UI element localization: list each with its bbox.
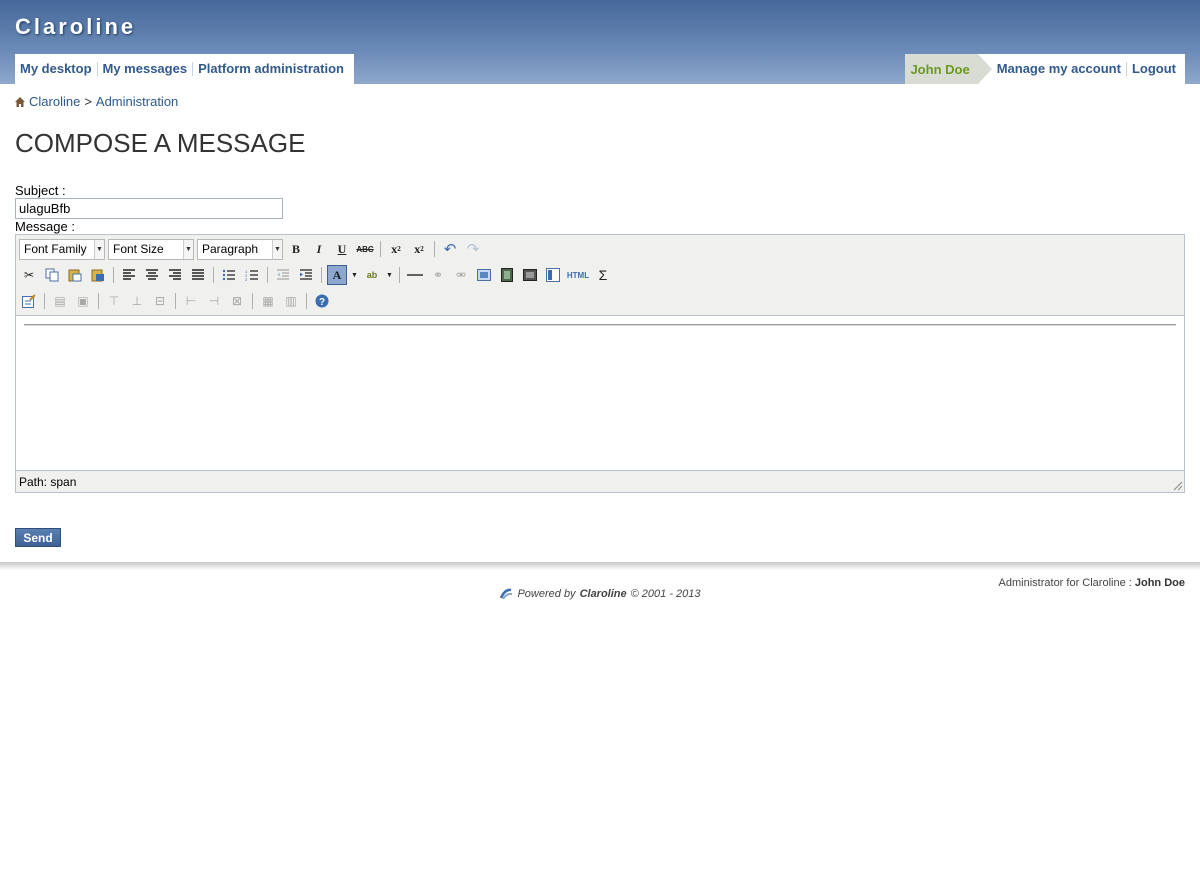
toolbar-separator	[44, 293, 45, 309]
subject-label: Subject :	[15, 183, 66, 198]
align-left-icon[interactable]	[119, 265, 139, 285]
row-props-icon[interactable]: ▤	[50, 291, 70, 311]
toolbar-row-1: Font Family ▼ Font Size ▼ Paragraph ▼ B I U…	[19, 237, 483, 261]
home-icon	[15, 96, 25, 107]
edit-table-icon[interactable]	[19, 291, 39, 311]
align-right-icon[interactable]	[165, 265, 185, 285]
manage-account-link[interactable]: Manage my account	[992, 62, 1126, 76]
content-horizontal-rule	[24, 324, 1176, 326]
superscript-icon[interactable]: x2	[409, 239, 429, 259]
insert-row-after-icon[interactable]: ⊥	[127, 291, 147, 311]
chevron-down-icon[interactable]: ▼	[350, 265, 359, 285]
logout-link[interactable]: Logout	[1125, 62, 1181, 76]
font-size-select[interactable]: Font Size ▼	[108, 238, 194, 260]
redo-icon[interactable]: ↷	[463, 239, 483, 259]
format-select[interactable]: Paragraph ▼	[197, 238, 283, 260]
help-icon[interactable]: ?	[312, 291, 332, 311]
cut-icon[interactable]: ✂	[19, 265, 39, 285]
underline-icon[interactable]: U	[332, 239, 352, 259]
subject-input[interactable]	[15, 198, 283, 219]
horizontal-rule-icon[interactable]	[405, 265, 425, 285]
toolbar-separator	[98, 293, 99, 309]
svg-text:3: 3	[245, 277, 248, 281]
breadcrumb-home[interactable]: Claroline	[29, 94, 80, 109]
user-nav: John Doe Manage my account Logout	[905, 54, 1185, 84]
subscript-icon[interactable]: x2	[386, 239, 406, 259]
breadcrumb-current[interactable]: Administration	[96, 94, 178, 109]
outdent-icon[interactable]	[273, 265, 293, 285]
video-icon[interactable]	[520, 265, 540, 285]
media-icon[interactable]	[497, 265, 517, 285]
merge-cells-icon[interactable]: ▥	[281, 291, 301, 311]
toolbar-separator	[306, 293, 307, 309]
message-label: Message :	[15, 219, 75, 234]
paste-icon[interactable]	[65, 265, 85, 285]
insert-row-before-icon[interactable]: ⊤	[104, 291, 124, 311]
breadcrumb: Claroline > Administration	[15, 94, 178, 109]
highlight-color-icon[interactable]: ab	[362, 265, 382, 285]
chevron-down-icon: ▼	[183, 239, 193, 259]
claroline-logo-icon	[500, 588, 513, 600]
footer-divider	[0, 562, 1200, 570]
resize-handle-icon[interactable]	[1172, 480, 1183, 491]
font-family-select[interactable]: Font Family ▼	[19, 238, 105, 260]
indent-icon[interactable]	[296, 265, 316, 285]
strikethrough-icon[interactable]: ABC	[355, 239, 375, 259]
page-title: COMPOSE A MESSAGE	[15, 128, 306, 158]
insert-col-before-icon[interactable]: ⊢	[181, 291, 201, 311]
template-icon[interactable]	[543, 265, 563, 285]
link-icon[interactable]: ⚭	[428, 265, 448, 285]
powered-suffix: © 2001 - 2013	[630, 588, 701, 600]
breadcrumb-separator: >	[84, 94, 92, 109]
bold-icon[interactable]: B	[286, 239, 306, 259]
chevron-down-icon[interactable]: ▼	[385, 265, 394, 285]
cell-props-icon[interactable]: ▣	[73, 291, 93, 311]
editor-status-path: Path: span	[19, 475, 77, 489]
align-justify-icon[interactable]	[188, 265, 208, 285]
svg-text:?: ?	[319, 297, 325, 308]
editor-content[interactable]	[16, 315, 1184, 471]
html-source-icon[interactable]: HTML	[566, 265, 590, 285]
toolbar-row-2: ✂ 123 A ▼ ab ▼ ⚭ ⚮ HTML Σ	[19, 263, 613, 287]
toolbar-separator	[267, 267, 268, 283]
toolbar-separator	[252, 293, 253, 309]
text-color-icon[interactable]: A	[327, 265, 347, 285]
delete-col-icon[interactable]: ⊠	[227, 291, 247, 311]
chevron-down-icon: ▼	[272, 239, 282, 259]
toolbar-separator	[175, 293, 176, 309]
split-cells-icon[interactable]: ▦	[258, 291, 278, 311]
align-center-icon[interactable]	[142, 265, 162, 285]
nav-platform-administration[interactable]: Platform administration	[192, 62, 349, 76]
send-button[interactable]: Send	[15, 528, 61, 547]
unlink-icon[interactable]: ⚮	[451, 265, 471, 285]
undo-icon[interactable]: ↶	[440, 239, 460, 259]
image-icon[interactable]	[474, 265, 494, 285]
header: Claroline My desktop My messages Platfor…	[0, 0, 1200, 84]
toolbar-separator	[213, 267, 214, 283]
toolbar-separator	[321, 267, 322, 283]
powered-prefix: Powered by	[517, 588, 576, 600]
toolbar-separator	[399, 267, 400, 283]
toolbar-separator	[434, 241, 435, 257]
italic-icon[interactable]: I	[309, 239, 329, 259]
copy-icon[interactable]	[42, 265, 62, 285]
insert-col-after-icon[interactable]: ⊣	[204, 291, 224, 311]
paste-word-icon[interactable]	[88, 265, 108, 285]
chevron-down-icon: ▼	[94, 239, 104, 259]
toolbar-row-3: ▤ ▣ ⊤ ⊥ ⊟ ⊢ ⊣ ⊠ ▦ ▥ ?	[19, 289, 332, 313]
nav-my-desktop[interactable]: My desktop	[15, 62, 97, 76]
powered-by: Powered by Claroline © 2001 - 2013	[0, 588, 1200, 600]
rich-text-editor: Font Family ▼ Font Size ▼ Paragraph ▼ B I U…	[15, 234, 1185, 493]
delete-row-icon[interactable]: ⊟	[150, 291, 170, 311]
toolbar-separator	[113, 267, 114, 283]
numbered-list-icon[interactable]: 123	[242, 265, 262, 285]
user-name[interactable]: John Doe	[905, 54, 992, 84]
sigma-icon[interactable]: Σ	[593, 265, 613, 285]
nav-my-messages[interactable]: My messages	[96, 62, 193, 76]
site-name[interactable]: Claroline	[15, 14, 136, 40]
bullet-list-icon[interactable]	[219, 265, 239, 285]
main-nav: My desktop My messages Platform administ…	[15, 54, 354, 84]
powered-brand[interactable]: Claroline	[580, 588, 627, 600]
toolbar-separator	[380, 241, 381, 257]
